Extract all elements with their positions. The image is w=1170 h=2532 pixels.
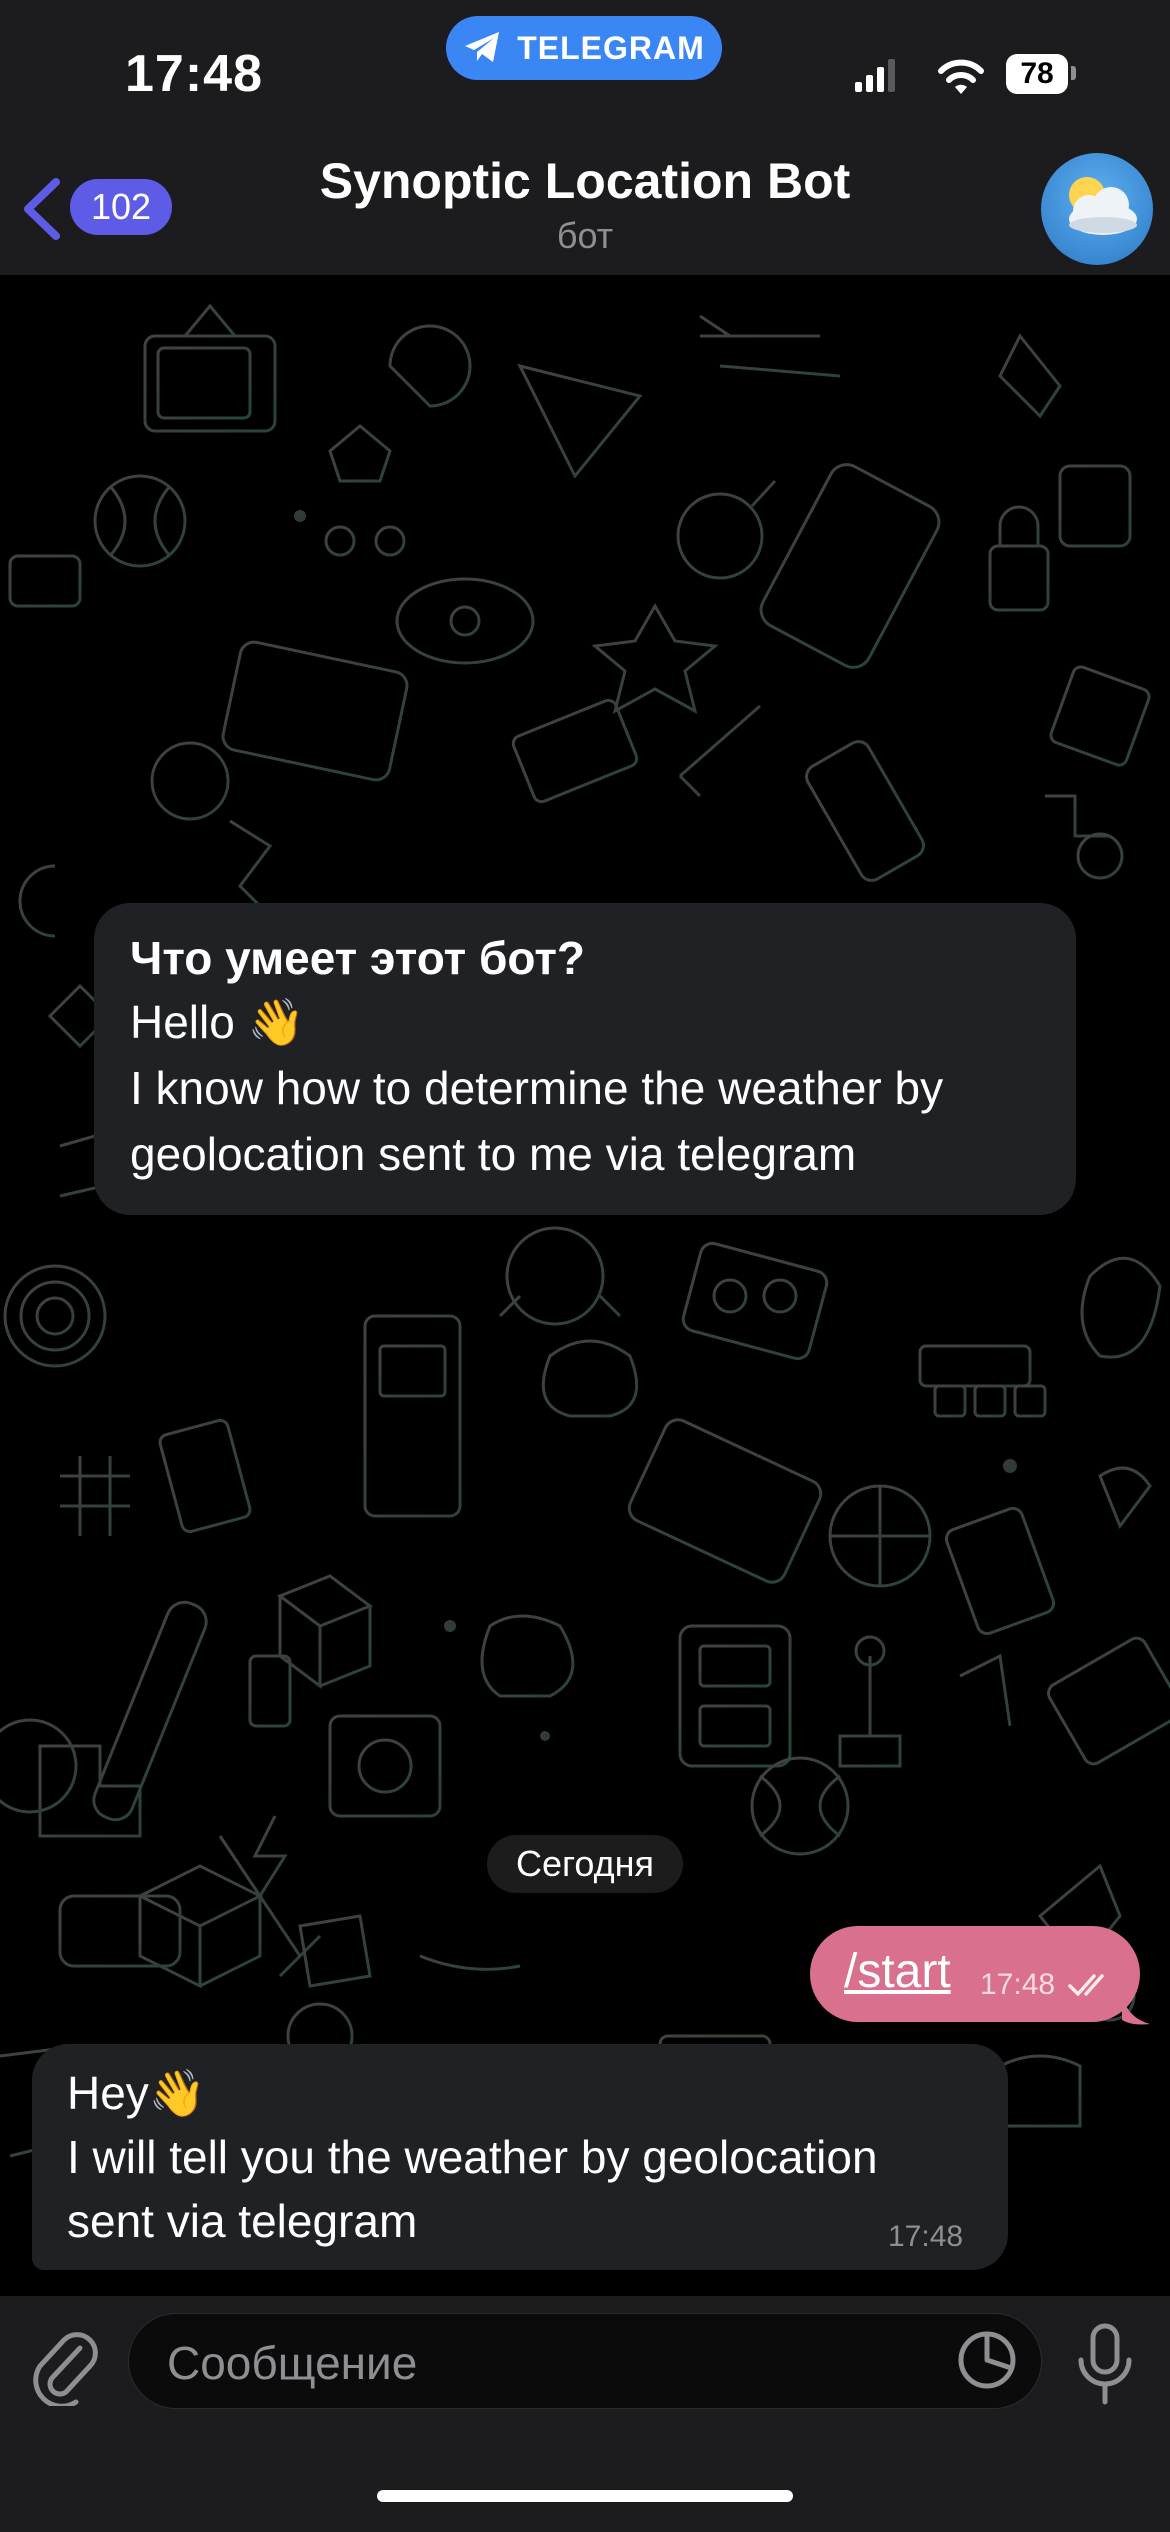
command-link[interactable]: /start (844, 1944, 951, 1999)
double-check-icon (1068, 1974, 1104, 1996)
message-input[interactable]: Сообщение (128, 2313, 1042, 2409)
outgoing-bubble-tail (1122, 1996, 1150, 2025)
bot-info-line: Hello 👋 (130, 996, 305, 1048)
battery-cap (1071, 66, 1076, 80)
message-line: I will tell you the weather by geolocati… (67, 2131, 878, 2183)
bot-info-line: geolocation sent to me via telegram (130, 1128, 857, 1180)
telegram-pill-label: TELEGRAM (517, 29, 705, 66)
signal-icon (855, 59, 895, 92)
incoming-message[interactable]: Hey👋 I will tell you the weather by geol… (32, 2044, 1008, 2270)
message-placeholder: Сообщение (167, 2337, 418, 2389)
chat-title[interactable]: Synoptic Location Bot (0, 152, 1170, 210)
chat-subtitle: бот (556, 215, 614, 256)
date-separator: Сегодня (487, 1835, 683, 1893)
bot-info-card: Что умеет этот бот? Hello 👋 I know how t… (94, 903, 1076, 1215)
battery-icon: 78 (1006, 54, 1068, 94)
bot-info-title: Что умеет этот бот? (130, 932, 585, 984)
message-line: sent via telegram (67, 2195, 418, 2247)
telegram-return-pill[interactable]: TELEGRAM (446, 16, 722, 80)
paperclip-icon[interactable] (30, 2326, 100, 2406)
bot-avatar[interactable] (1041, 153, 1153, 265)
message-time: 17:48 (888, 2220, 964, 2253)
telegram-plane-icon (465, 32, 500, 62)
weather-cloud-sun-icon (1069, 177, 1137, 235)
message-time: 17:48 (980, 1968, 1056, 2001)
outgoing-message[interactable]: /start 17:48 (810, 1926, 1140, 2022)
bot-info-line: I know how to determine the weather by (130, 1062, 944, 1114)
wifi-icon (938, 59, 984, 94)
home-indicator[interactable] (377, 2490, 793, 2502)
sticker-icon[interactable] (955, 2328, 1019, 2392)
microphone-icon[interactable] (1073, 2322, 1137, 2408)
status-time: 17:48 (125, 45, 263, 103)
message-line: Hey👋 (67, 2067, 207, 2119)
chat-area[interactable]: Что умеет этот бот? Hello 👋 I know how t… (0, 276, 1170, 2296)
